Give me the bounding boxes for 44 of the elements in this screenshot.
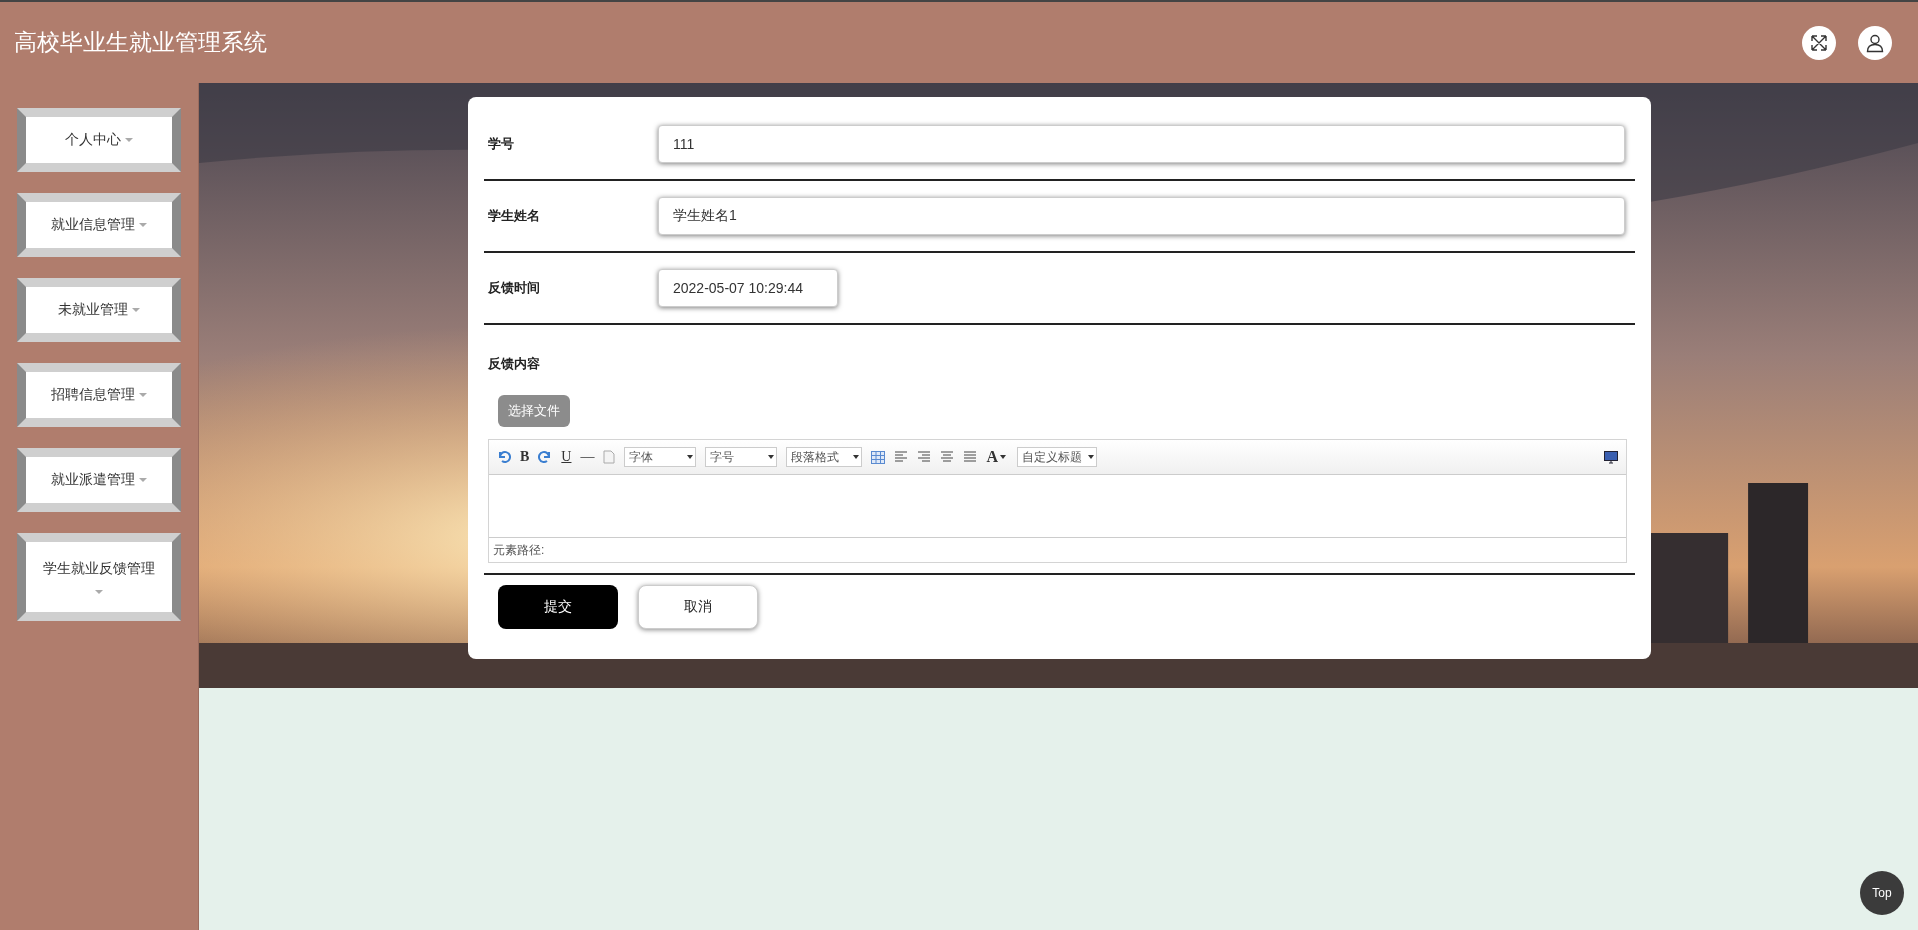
menu-item[interactable]: 学生就业反馈管理: [17, 533, 181, 621]
monitor-icon[interactable]: [1604, 450, 1618, 464]
user-icon: [1865, 32, 1885, 53]
menu-item[interactable]: 就业信息管理: [17, 193, 181, 257]
page-icon[interactable]: [603, 450, 616, 464]
caret-icon: [139, 223, 147, 227]
align-icon[interactable]: [917, 451, 932, 463]
align-icon[interactable]: [963, 451, 978, 463]
expand-icon: [1810, 33, 1828, 52]
field-label: 学生姓名: [488, 207, 541, 225]
heading-dropdown[interactable]: 自定义标题: [1017, 447, 1098, 467]
cancel-button[interactable]: 取消: [638, 585, 758, 629]
redo-icon[interactable]: [538, 450, 553, 464]
menu-item[interactable]: 招聘信息管理: [17, 363, 181, 427]
field-label: 学号: [488, 135, 515, 153]
table-icon[interactable]: [871, 450, 886, 464]
bold-button[interactable]: B: [520, 449, 530, 465]
input-field[interactable]: 111: [658, 125, 1625, 163]
caret-icon: [139, 478, 147, 482]
toolbar-dropdown[interactable]: 字号: [705, 447, 778, 467]
align-icon[interactable]: [940, 451, 955, 463]
user-button[interactable]: [1858, 25, 1892, 60]
font-color-button[interactable]: A: [986, 448, 1009, 466]
menu-item[interactable]: 个人中心: [17, 108, 181, 172]
caret-icon: [132, 308, 140, 312]
horizontal-rule-button[interactable]: —: [580, 449, 595, 465]
menu-item[interactable]: 未就业管理: [17, 278, 181, 342]
caret-icon: [139, 393, 147, 397]
app-title: 高校毕业生就业管理系统: [14, 28, 267, 57]
field-label: 反馈内容: [488, 355, 541, 373]
caret-icon: [95, 590, 103, 594]
underline-button[interactable]: U: [561, 449, 572, 465]
menu-item[interactable]: 就业派遣管理: [17, 448, 181, 512]
undo-icon[interactable]: [497, 450, 511, 464]
caret-icon: [125, 138, 133, 142]
toolbar-dropdown[interactable]: 段落格式: [786, 447, 863, 467]
field-label: 反馈时间: [488, 279, 541, 297]
input-field[interactable]: 学生姓名1: [658, 197, 1625, 235]
submit-button[interactable]: 提交: [498, 585, 618, 629]
element-path-label: 元素路径:: [493, 541, 545, 559]
fullscreen-button[interactable]: [1802, 25, 1836, 60]
toolbar-dropdown[interactable]: 字体: [624, 447, 697, 467]
align-icon[interactable]: [894, 451, 909, 463]
input-field[interactable]: 2022-05-07 10:29:44: [658, 269, 838, 307]
